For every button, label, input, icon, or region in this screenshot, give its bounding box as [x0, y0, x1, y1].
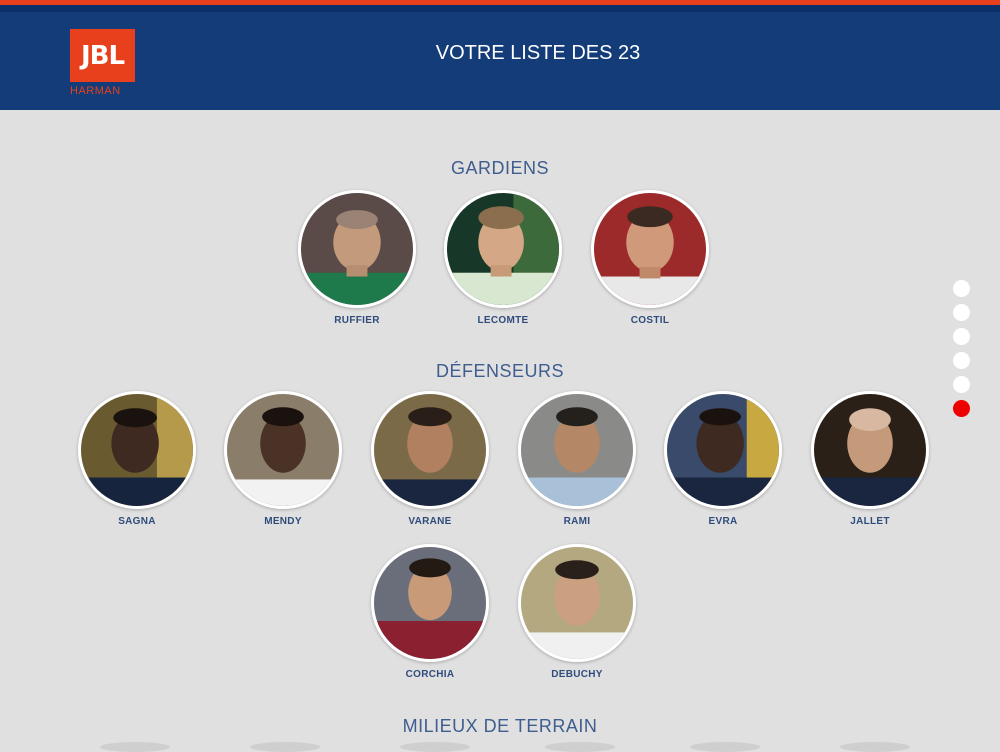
- player-card-jallet[interactable]: JALLET: [810, 391, 930, 527]
- player-photo-partial[interactable]: [690, 742, 760, 752]
- player-photo-partial[interactable]: [840, 742, 910, 752]
- section-pagination: [953, 280, 970, 424]
- player-photo-partial[interactable]: [545, 742, 615, 752]
- player-name: RUFFIER: [334, 315, 380, 326]
- player-photo: [518, 391, 636, 509]
- player-photo: [444, 190, 562, 308]
- pagination-dot[interactable]: [953, 376, 970, 393]
- pagination-dot[interactable]: [953, 304, 970, 321]
- player-card-costil[interactable]: COSTIL: [590, 190, 710, 326]
- pagination-dot[interactable]: [953, 280, 970, 297]
- player-card-lecomte[interactable]: LECOMTE: [443, 190, 563, 326]
- section-title-gardiens: GARDIENS: [450, 158, 550, 178]
- player-photo: [78, 391, 196, 509]
- player-card-ruffier[interactable]: RUFFIER: [297, 190, 417, 326]
- player-photo-partial[interactable]: [400, 742, 470, 752]
- pagination-dot[interactable]: [953, 328, 970, 345]
- player-photo: [811, 391, 929, 509]
- player-card-evra[interactable]: EVRA: [663, 391, 783, 527]
- player-name: DEBUCHY: [551, 669, 603, 680]
- player-card-debuchy[interactable]: DEBUCHY: [517, 544, 637, 680]
- player-photo: [518, 544, 636, 662]
- player-photo: [224, 391, 342, 509]
- page-title: VOTRE LISTE DES 23: [435, 42, 641, 64]
- player-card-mendy[interactable]: MENDY: [223, 391, 343, 527]
- player-photo: [664, 391, 782, 509]
- player-name: CORCHIA: [405, 669, 455, 680]
- player-card-sagna[interactable]: SAGNA: [77, 391, 197, 527]
- player-photo: [371, 544, 489, 662]
- section-title-defenseurs: DÉFENSEURS: [435, 361, 565, 381]
- player-name: RAMI: [563, 516, 591, 527]
- player-photo: [591, 190, 709, 308]
- player-name: COSTIL: [630, 315, 670, 326]
- player-photo-partial[interactable]: [250, 742, 320, 752]
- player-name: VARANE: [408, 516, 452, 527]
- player-photo: [298, 190, 416, 308]
- player-name: SAGNA: [118, 516, 156, 527]
- player-photo: [371, 391, 489, 509]
- pagination-dot-active[interactable]: [953, 400, 970, 417]
- player-name: MENDY: [264, 516, 302, 527]
- player-card-corchia[interactable]: CORCHIA: [370, 544, 490, 680]
- player-photo-partial[interactable]: [100, 742, 170, 752]
- header-bar: JBL HARMAN VOTRE LISTE DES 23: [0, 5, 1000, 110]
- player-card-varane[interactable]: VARANE: [370, 391, 490, 527]
- section-title-milieux: MILIEUX DE TERRAIN: [402, 716, 598, 736]
- player-name: EVRA: [708, 516, 738, 527]
- player-name: LECOMTE: [477, 315, 529, 326]
- harman-logo-text: HARMAN: [70, 85, 121, 97]
- player-name: JALLET: [850, 516, 890, 527]
- pagination-dot[interactable]: [953, 352, 970, 369]
- player-card-rami[interactable]: RAMI: [517, 391, 637, 527]
